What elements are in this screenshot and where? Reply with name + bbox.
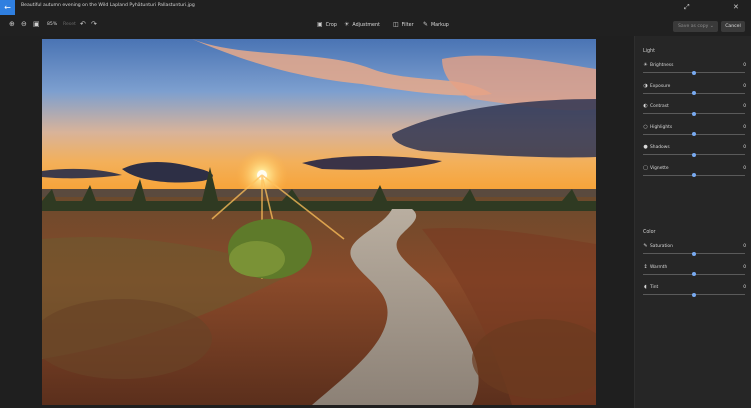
- tab-markup-label: Markup: [431, 23, 449, 28]
- tab-crop[interactable]: ▣ Crop: [317, 21, 337, 28]
- adjustment-value: 0: [743, 285, 746, 290]
- adjustment-value: 0: [743, 165, 746, 171]
- adjustment-row-saturation: ✎ Saturation 0: [635, 243, 751, 263]
- redo-icon[interactable]: ↷: [91, 20, 97, 28]
- saturation-icon: ✎: [643, 243, 648, 249]
- adjustment-label: Highlights: [650, 124, 673, 130]
- slider-thumb[interactable]: [692, 91, 696, 95]
- tab-filter[interactable]: ◫ Filter: [393, 21, 414, 28]
- warmth-icon: ↕: [643, 263, 648, 270]
- undo-icon[interactable]: ↶: [80, 20, 86, 28]
- shadows-icon: ●: [643, 144, 648, 150]
- adjustment-icon: ☀: [344, 21, 350, 28]
- slider-thumb[interactable]: [692, 173, 696, 177]
- cancel-button[interactable]: Cancel: [721, 21, 745, 32]
- back-arrow-icon[interactable]: ←: [0, 0, 15, 15]
- slider-thumb[interactable]: [692, 132, 696, 136]
- title-bar: ← Beautiful autumn evening on the Wild L…: [0, 0, 751, 15]
- adjustment-label: Exposure: [650, 83, 671, 89]
- adjustment-row-contrast: ◐ Contrast 0: [635, 103, 751, 123]
- adjustment-label: Shadows: [650, 145, 670, 150]
- adjustment-value: 0: [743, 83, 746, 89]
- slider-thumb[interactable]: [692, 111, 696, 116]
- exposure-icon: ◑: [643, 82, 648, 89]
- adjustment-label: Saturation: [650, 244, 673, 249]
- brightness-icon: ☀: [643, 62, 648, 68]
- adjustment-panel: Light ☀ Brightness 0 ◑ Exposure 0 ◐ Contrast 0 ○ H…: [634, 36, 751, 408]
- reset-button[interactable]: Reset: [63, 22, 76, 27]
- tab-filter-label: Filter: [401, 23, 414, 28]
- adjustment-value: 0: [743, 244, 746, 249]
- filter-icon: ◫: [393, 21, 399, 28]
- adjustment-row-exposure: ◑ Exposure 0: [635, 83, 751, 103]
- color-section-title: Color: [643, 230, 656, 235]
- photo-preview[interactable]: [42, 39, 596, 405]
- save-as-copy-button[interactable]: Save as copy ⌄: [673, 21, 718, 32]
- vignette-icon: ▢: [643, 164, 648, 171]
- tab-crop-label: Crop: [325, 23, 337, 28]
- markup-icon: ✎: [423, 21, 429, 28]
- zoom-out-icon[interactable]: ⊖: [21, 20, 27, 28]
- expand-icon[interactable]: ⤢: [684, 3, 690, 12]
- light-section-title: Light: [643, 49, 655, 54]
- adjustment-value: 0: [743, 104, 746, 109]
- highlights-icon: ○: [643, 123, 648, 130]
- slider-thumb[interactable]: [692, 251, 696, 256]
- zoom-in-icon[interactable]: ⊕: [9, 20, 15, 28]
- crop-icon: ▣: [317, 21, 323, 28]
- slider-thumb[interactable]: [692, 70, 696, 75]
- zoom-level: 85%: [47, 22, 58, 27]
- adjustment-row-warmth: ↕ Warmth 0: [635, 264, 751, 284]
- adjustment-value: 0: [743, 124, 746, 130]
- adjustment-row-brightness: ☀ Brightness 0: [635, 62, 751, 82]
- slider-thumb[interactable]: [692, 152, 696, 157]
- tint-icon: ◖: [644, 284, 647, 290]
- close-icon[interactable]: ✕: [733, 3, 739, 11]
- canvas-area: [0, 36, 634, 408]
- adjustment-label: Brightness: [650, 63, 674, 68]
- adjustment-label: Tint: [650, 285, 659, 290]
- save-as-copy-label: Save as copy: [678, 24, 709, 29]
- adjustment-row-tint: ◖ Tint 0: [635, 284, 751, 304]
- adjustment-row-shadows: ● Shadows 0: [635, 144, 751, 164]
- adjustment-label: Warmth: [650, 264, 668, 270]
- chevron-down-icon[interactable]: ⌄: [710, 23, 714, 29]
- window-title: Beautiful autumn evening on the Wild Lap…: [21, 3, 195, 8]
- toolbar: ⊕ ⊖ ▣ 85% Reset ↶ ↷ ▣ Crop ☀ Adjustment ◫ F…: [0, 15, 751, 48]
- contrast-icon: ◐: [643, 103, 648, 109]
- adjustment-value: 0: [743, 63, 746, 68]
- tab-adjustment[interactable]: ☀ Adjustment: [344, 21, 380, 28]
- adjustment-value: 0: [743, 264, 746, 270]
- slider-thumb[interactable]: [692, 292, 696, 297]
- adjustment-value: 0: [743, 145, 746, 150]
- adjustment-label: Contrast: [650, 104, 669, 109]
- adjustment-label: Vignette: [650, 165, 669, 171]
- adjustment-row-vignette: ▢ Vignette 0: [635, 165, 751, 185]
- fit-to-screen-icon[interactable]: ▣: [33, 20, 40, 28]
- adjustment-row-highlights: ○ Highlights 0: [635, 124, 751, 144]
- tab-markup[interactable]: ✎ Markup: [423, 21, 449, 28]
- slider-thumb[interactable]: [692, 272, 696, 276]
- tab-adjustment-label: Adjustment: [352, 23, 380, 28]
